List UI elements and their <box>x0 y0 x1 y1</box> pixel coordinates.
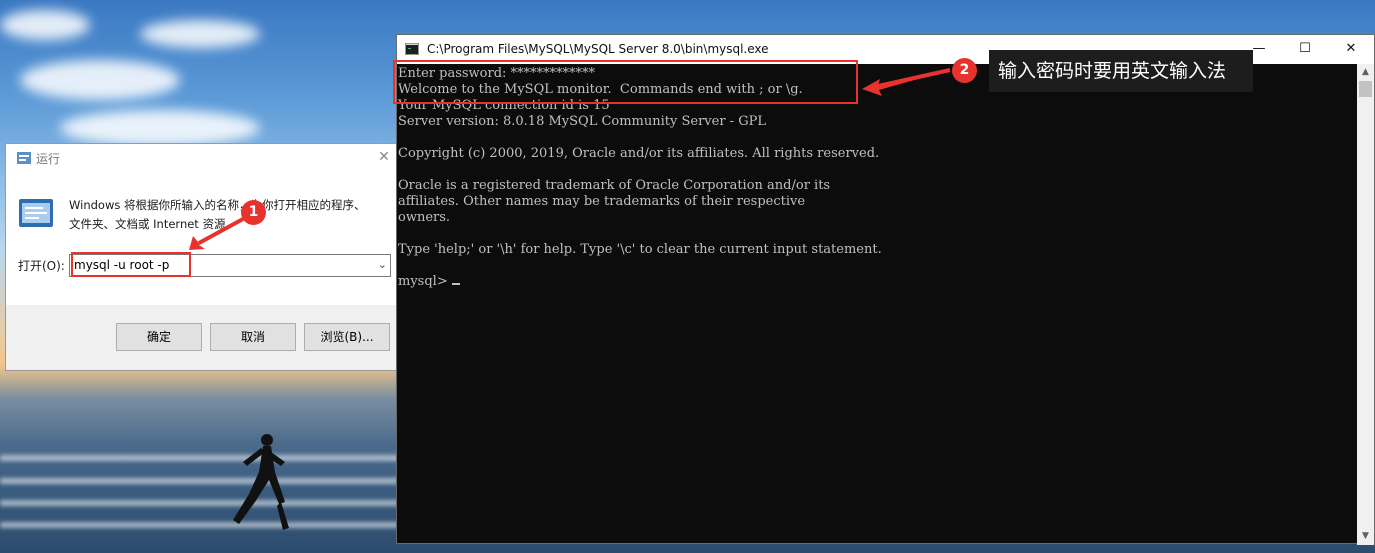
scroll-down-icon[interactable]: ▼ <box>1357 528 1374 545</box>
maximize-icon[interactable]: ☐ <box>1282 35 1328 64</box>
cancel-button[interactable]: 取消 <box>210 323 296 351</box>
console-line: Server version: 8.0.18 MySQL Community S… <box>398 114 766 129</box>
run-dialog-title: 运行 <box>36 152 61 166</box>
text-cursor <box>451 283 460 285</box>
console-line: affiliates. Other names may be trademark… <box>398 194 806 209</box>
scroll-up-icon[interactable]: ▲ <box>1357 64 1374 81</box>
console-line: Oracle is a registered trademark of Orac… <box>398 178 831 193</box>
description-line: Windows 将根据你所输入的名称，为你打开相应的程序、 <box>69 198 366 212</box>
tip-label: 输入密码时要用英文输入法 <box>989 50 1253 92</box>
run-dialog: 运行 ✕ Windows 将根据你所输入的名称，为你打开相应的程序、 文件夹、文… <box>5 143 398 371</box>
console-line: Type 'help;' or '\h' for help. Type '\c'… <box>398 242 882 257</box>
browse-button[interactable]: 浏览(B)... <box>304 323 390 351</box>
run-program-icon <box>19 199 53 227</box>
ok-button[interactable]: 确定 <box>116 323 202 351</box>
run-dialog-body <box>6 172 397 305</box>
console-title: C:\Program Files\MySQL\MySQL Server 8.0\… <box>427 42 769 56</box>
close-icon[interactable]: ✕ <box>1328 35 1374 64</box>
chevron-down-icon[interactable]: ⌄ <box>378 258 387 271</box>
console-line: mysql> <box>397 274 1355 290</box>
console-window: C:\Program Files\MySQL\MySQL Server 8.0\… <box>396 34 1375 545</box>
open-label: 打开(O): <box>18 259 65 273</box>
highlight-box-command <box>71 252 191 277</box>
run-dialog-description: Windows 将根据你所输入的名称，为你打开相应的程序、 文件夹、文档或 In… <box>69 196 385 234</box>
close-icon[interactable]: ✕ <box>375 148 393 166</box>
vertical-scrollbar[interactable]: ▲ ▼ <box>1357 64 1374 545</box>
run-dialog-titlebar[interactable]: 运行 ✕ <box>6 144 397 172</box>
scroll-thumb[interactable] <box>1359 81 1372 97</box>
console-line: Copyright (c) 2000, 2019, Oracle and/or … <box>398 146 880 161</box>
step-badge-2: 2 <box>952 58 977 83</box>
run-icon <box>17 152 31 164</box>
console-icon <box>405 43 419 55</box>
step-badge-1: 1 <box>241 200 266 225</box>
runner-silhouette <box>233 434 289 530</box>
highlight-box-password <box>393 60 858 104</box>
console-output[interactable]: Enter password: ************* Welcome to … <box>397 66 1355 543</box>
description-line: 文件夹、文档或 Internet 资源。 <box>69 217 237 231</box>
console-line: owners. <box>398 210 451 225</box>
